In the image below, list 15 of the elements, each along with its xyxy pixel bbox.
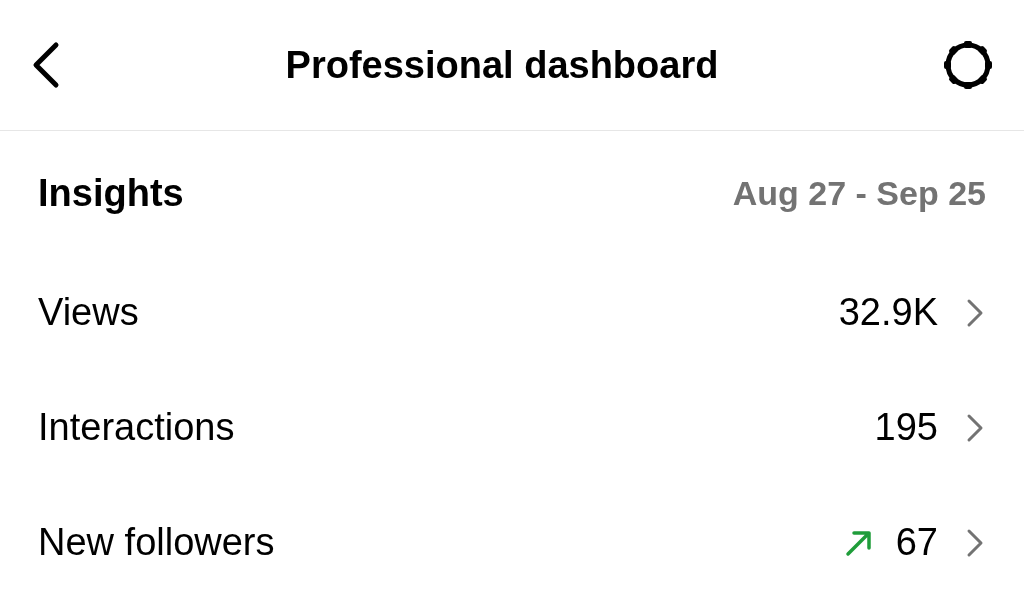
chevron-right-icon bbox=[966, 412, 984, 443]
metric-value: 195 bbox=[874, 405, 938, 450]
chevron-right-icon bbox=[966, 527, 984, 558]
date-range: Aug 27 - Sep 25 bbox=[732, 172, 986, 214]
metric-row[interactable]: New followers 67 bbox=[0, 485, 1024, 590]
page-title: Professional dashboard bbox=[285, 42, 719, 88]
section-title: Insights bbox=[38, 170, 184, 216]
metric-row[interactable]: Interactions 195 bbox=[0, 370, 1024, 485]
metric-value: 32.9K bbox=[838, 290, 938, 335]
metric-row[interactable]: Views 32.9K bbox=[0, 255, 1024, 370]
metric-label: New followers bbox=[38, 520, 275, 565]
metric-value: 67 bbox=[895, 520, 938, 565]
metric-label: Views bbox=[38, 290, 139, 335]
chevron-right-icon bbox=[966, 297, 984, 328]
metric-label: Interactions bbox=[38, 405, 235, 450]
